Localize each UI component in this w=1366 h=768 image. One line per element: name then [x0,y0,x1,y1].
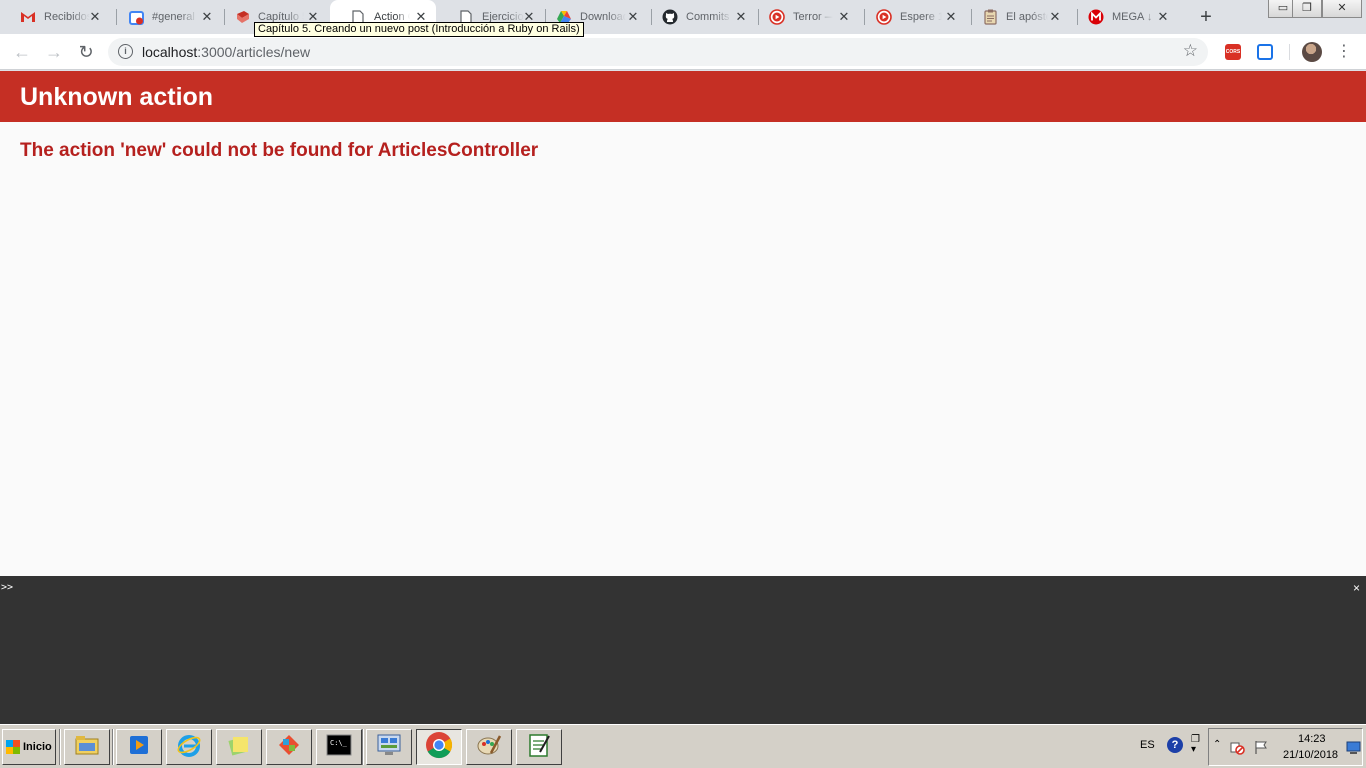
svg-text:C:\_: C:\_ [330,739,348,747]
console-prompt[interactable]: >> [1,582,13,593]
maximize-button[interactable]: ❐ [1292,0,1322,18]
window-extension-icon[interactable] [1257,44,1273,60]
clock-date[interactable]: 21/10/2018 [1283,749,1338,761]
git-icon [277,733,301,762]
error-header: Unknown action [0,71,1366,122]
close-icon[interactable]: ✕ [200,10,214,24]
tab-title: #general [152,11,195,23]
notepad-icon [527,732,551,763]
toolbar-divider [1289,44,1290,60]
tab-gmail[interactable]: Recibidos ✕ [0,0,110,34]
tab-title: Terror — [793,11,833,23]
start-label: Inicio [23,741,52,753]
error-message: The action 'new' could not be found for … [20,140,539,161]
taskbar-divider [362,729,364,765]
show-desktop-icon[interactable] [1346,741,1361,759]
taskbar: Inicio C:\_ ES ? ❐ ▾ ⌃ 14:23 21/10/2018 [0,724,1366,768]
tab-mega[interactable]: MEGA ↓ ✕ [1068,0,1178,34]
help-icon[interactable]: ? [1167,737,1183,753]
close-window-button[interactable]: ✕ [1322,0,1362,18]
site-info-icon[interactable]: i [118,44,133,59]
close-icon[interactable]: ✕ [837,10,851,24]
new-tab-button[interactable]: + [1195,6,1217,28]
browser-menu-button[interactable]: ⋮ [1336,40,1352,64]
address-bar[interactable]: i localhost:3000/articles/new ☆ [108,38,1208,66]
network-icon[interactable] [1229,739,1245,760]
play-icon [876,9,892,25]
taskbar-command-prompt[interactable]: C:\_ [316,729,362,765]
back-button[interactable]: ← [10,40,34,64]
close-icon[interactable]: ✕ [626,10,640,24]
taskbar-file-explorer[interactable] [64,729,110,765]
browser-toolbar: ← → ↻ i localhost:3000/articles/new ☆ CO… [0,34,1366,70]
reload-button[interactable]: ↻ [74,40,98,64]
console-close-icon[interactable]: × [1353,581,1360,595]
language-indicator[interactable]: ES [1140,739,1155,751]
gmail-icon [20,9,36,25]
taskbar-notepad[interactable] [516,729,562,765]
restore-icon[interactable]: ❐ ▾ [1191,735,1200,755]
tab-espere[interactable]: Espere 1 ✕ [856,0,966,34]
taskbar-paint[interactable] [466,729,512,765]
close-icon[interactable]: ✕ [1048,10,1062,24]
media-player-icon [127,733,151,762]
error-body: The action 'new' could not be found for … [0,122,1366,180]
tab-title: Recibidos [44,11,90,23]
paint-palette-icon [476,733,502,762]
sticky-notes-icon [227,733,251,762]
taskbar-media-player[interactable] [116,729,162,765]
tab-el-apostol[interactable]: El apóstol ✕ [962,0,1070,34]
page-title: Unknown action [20,83,214,111]
mega-icon [1088,9,1104,25]
web-console[interactable]: >> × [0,576,1366,724]
bookmark-star-icon[interactable]: ☆ [1183,41,1198,61]
book-icon [234,9,250,25]
system-tray: ⌃ 14:23 21/10/2018 [1208,728,1363,766]
tab-general[interactable]: #general ✕ [108,0,222,34]
forward-button[interactable]: → [42,40,66,64]
url-path: :3000/articles/new [197,44,311,60]
close-icon[interactable]: ✕ [944,10,958,24]
taskbar-git[interactable] [266,729,312,765]
clipboard-icon [982,9,998,25]
internet-explorer-icon [176,732,202,763]
close-icon[interactable]: ✕ [88,10,102,24]
tab-strip: Recibidos ✕ #general ✕ Capítulo 5 ✕ Acti… [0,0,1366,34]
close-icon[interactable]: ✕ [1156,10,1170,24]
taskbar-notes[interactable] [216,729,262,765]
tab-title: El apóstol [1006,11,1048,23]
tab-title: Download [580,11,626,23]
tab-title: Commits [686,11,730,23]
taskbar-control-panel[interactable] [366,729,412,765]
control-panel-icon [376,733,402,762]
folder-icon [74,734,100,761]
url-text[interactable]: localhost:3000/articles/new [142,44,310,60]
terminal-icon: C:\_ [326,734,352,761]
profile-avatar[interactable] [1302,42,1322,62]
clock-time[interactable]: 14:23 [1298,733,1326,745]
tab-title: Espere 1 [900,11,942,23]
taskbar-divider [112,729,114,765]
github-icon [662,9,678,25]
tab-terror[interactable]: Terror — ✕ [749,0,859,34]
windows-flag-icon [6,740,20,754]
start-button[interactable]: Inicio [2,729,56,765]
url-host: localhost [142,44,198,60]
taskbar-chrome[interactable] [416,729,462,765]
close-icon[interactable]: ✕ [734,10,748,24]
tab-tooltip: Capítulo 5. Creando un nuevo post (Intro… [254,22,584,37]
tab-title: MEGA ↓ [1112,11,1153,23]
taskbar-internet-explorer[interactable] [166,729,212,765]
cors-extension-icon[interactable]: CORS [1225,44,1241,60]
page-content: Unknown action The action 'new' could no… [0,71,1366,576]
taskbar-divider [59,729,61,765]
show-hidden-icons[interactable]: ⌃ [1213,739,1221,750]
action-center-flag-icon[interactable] [1253,739,1269,760]
calendar-icon [128,9,144,25]
play-icon [769,9,785,25]
chrome-icon [425,731,453,764]
tab-commits[interactable]: Commits ✕ [642,0,756,34]
